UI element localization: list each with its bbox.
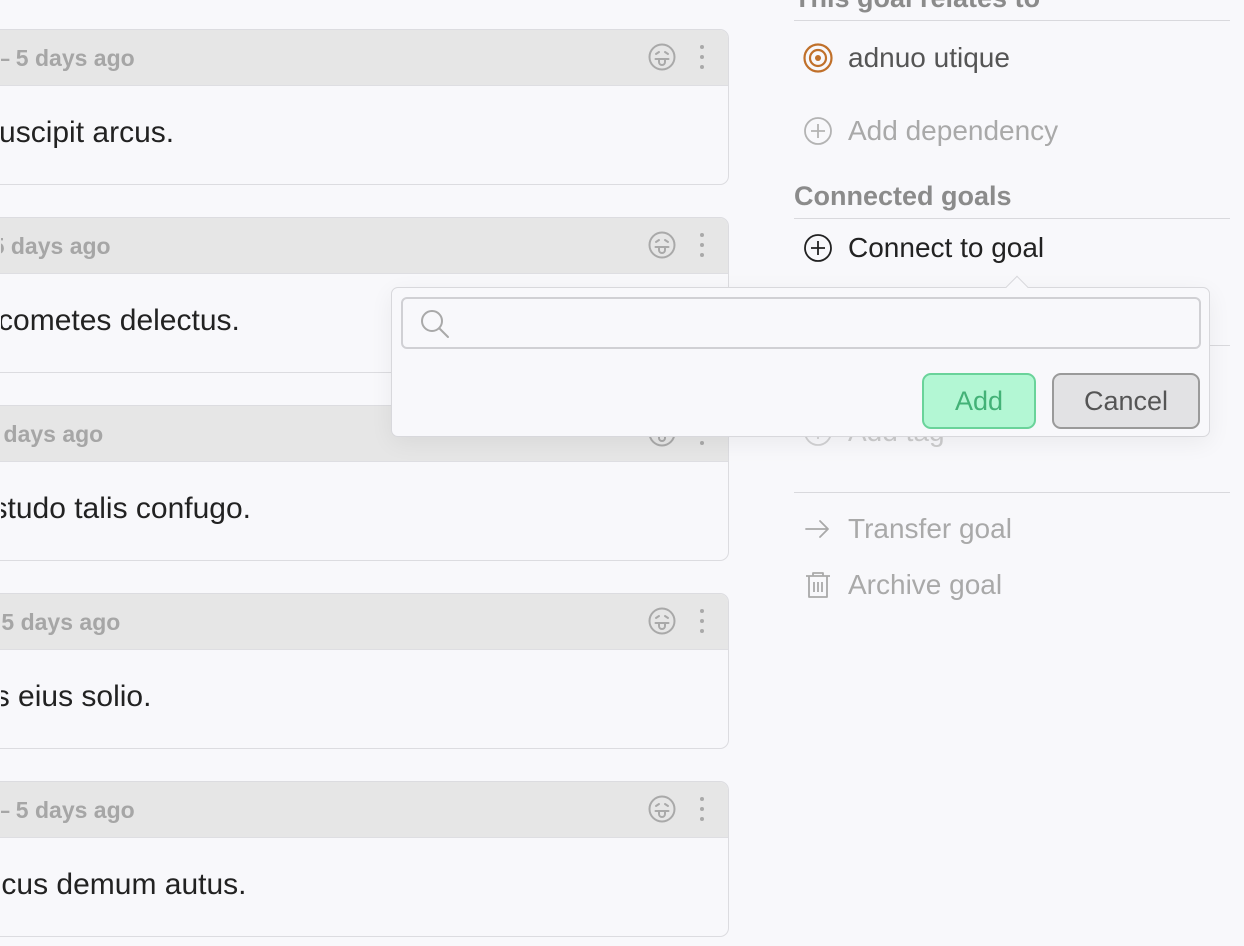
related-goal-item[interactable]: adnuo utique (802, 42, 1010, 74)
reaction-emoji-icon[interactable] (647, 794, 677, 824)
add-button[interactable]: Add (922, 373, 1036, 429)
search-icon (421, 310, 449, 338)
relates-section-title: This goal relates to (794, 0, 1040, 14)
comment-card: Ava Roberts — 5 days ago Cuius eius soli… (0, 593, 729, 749)
more-options-icon[interactable] (695, 794, 709, 824)
connected-goals-title: Connected goals (794, 181, 1012, 211)
comment-meta: Ava Roberts — 5 days ago (1, 609, 121, 635)
divider (794, 492, 1230, 493)
transfer-goal-label: Transfer goal (848, 513, 1012, 544)
plus-circle-icon (802, 115, 834, 147)
comment-meta: Mia Thomas — 5 days ago (1, 233, 111, 259)
comment-text: Vicinus studo talis confugo. (1, 492, 252, 525)
goal-page: Sam Jackson — 5 days ago Quis suscipit a… (0, 0, 1244, 946)
trash-icon (802, 569, 834, 601)
arrow-right-icon (802, 513, 834, 545)
goal-sidebar: This goal relates to adnuo utique Add de… (794, 0, 1230, 946)
connect-goal-popover: Add Cancel (391, 275, 1210, 437)
goal-search-box[interactable] (401, 297, 1201, 349)
divider (794, 20, 1230, 21)
comment-card: Sam Jackson — 5 days ago Suscipit cus de… (0, 781, 729, 937)
more-options-icon[interactable] (695, 230, 709, 260)
comment-header: Sam Jackson — 5 days ago (0, 30, 728, 86)
connect-to-goal-button[interactable]: Connect to goal (802, 232, 1044, 264)
comment-meta: Sam Jackson — 5 days ago (1, 45, 135, 71)
reaction-emoji-icon[interactable] (647, 230, 677, 260)
archive-goal-button[interactable]: Archive goal (802, 569, 1002, 601)
comment-text: Tempora cometes delectus. (1, 304, 240, 337)
reaction-emoji-icon[interactable] (647, 42, 677, 72)
comment-text: Cuius eius solio. (1, 680, 152, 713)
goal-search-input[interactable] (463, 299, 1193, 347)
plus-circle-icon (802, 232, 834, 264)
comment-meta: Sam Jackson — 5 days ago (1, 797, 135, 823)
cancel-button[interactable]: Cancel (1052, 373, 1200, 429)
add-dependency-label: Add dependency (848, 115, 1059, 146)
transfer-goal-button[interactable]: Transfer goal (802, 513, 1012, 545)
comment-meta: Eli Moreno — 5 days ago (1, 421, 104, 447)
goal-target-icon (802, 42, 834, 74)
more-options-icon[interactable] (695, 42, 709, 72)
comment-header: Mia Thomas — 5 days ago (0, 218, 728, 274)
comment-text: Quis suscipit arcus. (1, 116, 175, 149)
add-dependency-button[interactable]: Add dependency (802, 115, 1058, 147)
divider (794, 218, 1230, 219)
more-options-icon[interactable] (695, 606, 709, 636)
connect-to-goal-label: Connect to goal (848, 232, 1045, 263)
related-goal-label: adnuo utique (848, 42, 1010, 73)
comment-header: Ava Roberts — 5 days ago (0, 594, 728, 650)
archive-goal-label: Archive goal (848, 569, 1003, 600)
comment-header: Sam Jackson — 5 days ago (0, 782, 728, 838)
reaction-emoji-icon[interactable] (647, 606, 677, 636)
comment-card: Sam Jackson — 5 days ago Quis suscipit a… (0, 29, 729, 185)
comment-text: Suscipit cus demum autus. (1, 868, 247, 901)
